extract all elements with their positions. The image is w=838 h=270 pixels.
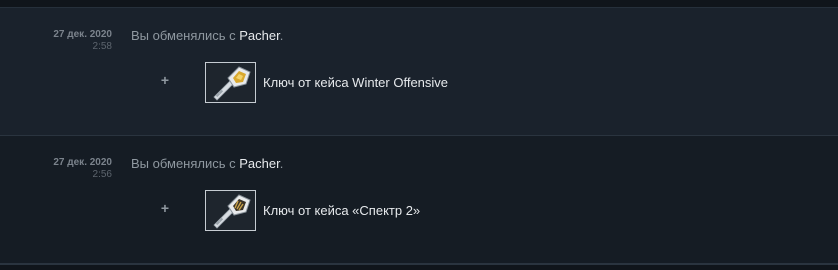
case-key-winter-offensive-icon[interactable]: [205, 62, 256, 103]
description-suffix: .: [279, 28, 284, 43]
history-description: Вы обменялись с Pacher.: [131, 28, 283, 43]
previous-row-edge: [0, 0, 838, 8]
history-date: 27 дек. 2020: [53, 157, 112, 168]
history-row: 27 дек. 2020 2:58 Вы обменялись с Pacher…: [0, 8, 838, 136]
history-date: 27 дек. 2020: [53, 29, 112, 40]
item-added-sign: +: [160, 200, 170, 216]
trade-partner-name[interactable]: Pacher: [239, 156, 279, 171]
case-key-spectrum-2-icon[interactable]: [205, 190, 256, 231]
item-name[interactable]: Ключ от кейса Winter Offensive: [263, 75, 448, 90]
description-suffix: .: [279, 156, 284, 171]
description-prefix: Вы обменялись с: [131, 28, 240, 43]
item-added-sign: +: [160, 72, 170, 88]
inventory-history-page: 27 дек. 2020 2:58 Вы обменялись с Pacher…: [0, 0, 838, 270]
history-time: 2:56: [92, 169, 112, 180]
next-row-edge: [0, 264, 838, 270]
trade-partner-name[interactable]: Pacher: [239, 28, 279, 43]
description-prefix: Вы обменялись с: [131, 156, 240, 171]
key-icon: [206, 63, 255, 102]
key-icon: [206, 191, 255, 230]
history-row: 27 дек. 2020 2:56 Вы обменялись с Pacher…: [0, 136, 838, 264]
item-name[interactable]: Ключ от кейса «Спектр 2»: [263, 203, 420, 218]
history-time: 2:58: [92, 41, 112, 52]
history-description: Вы обменялись с Pacher.: [131, 156, 283, 171]
